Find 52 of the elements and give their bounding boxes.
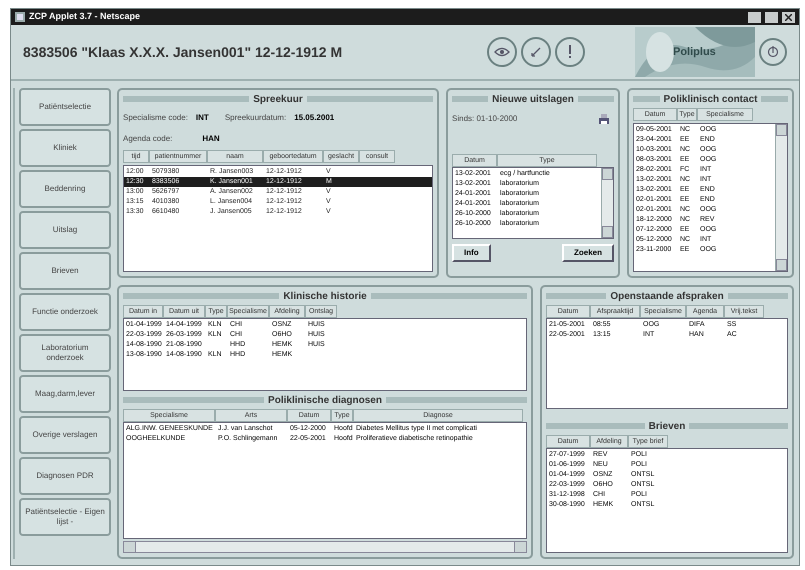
close-icon [785,14,792,20]
title-groove [452,96,488,102]
exclamation-icon [568,45,572,59]
sidebar-button[interactable]: Maag,darm,lever [19,375,111,413]
panel-title: Klinische historie [283,290,367,304]
title-groove [578,96,614,102]
panel-title: Openstaande afspraken [610,290,724,304]
scrollbar[interactable] [123,541,527,553]
view-button[interactable] [487,37,517,67]
sidebar-button[interactable]: Functie onderzoek [19,293,111,331]
logo-text: Poliplus [673,45,716,60]
sidebar-button[interactable]: Laboratorium onderzoek [19,334,111,372]
patient-heading: 8383506 "Klaas X.X.X. Jansen001" 12-12-1912 M [23,42,342,62]
eye-icon [494,47,510,57]
field-label: Spreekuurdatum: [224,112,286,124]
title-groove [546,293,606,299]
app-icon [15,12,25,22]
close-button[interactable] [782,12,795,22]
panel-title: Nieuwe uitslagen [492,92,574,106]
sidebar-button[interactable]: Diagnosen PDR [19,457,111,495]
panel-title: Spreekuur [253,92,303,106]
sidebar-button[interactable]: Brieven [19,252,111,290]
edit-button[interactable] [521,37,551,67]
printer-icon[interactable] [598,113,610,125]
field-label: Agenda code: [123,133,172,145]
scrollbar[interactable] [775,124,787,271]
alert-button[interactable] [555,37,585,67]
power-button[interactable] [759,38,787,66]
minimize-button[interactable] [748,12,761,22]
sidebar-button[interactable]: Overige verslagen [19,416,111,454]
window-title: ZCP Applet 3.7 - Netscape [29,10,140,24]
title-groove [728,293,788,299]
sidebar-button[interactable]: Kliniek [19,129,111,167]
sidebar-button[interactable]: Patiëntselectie [19,88,111,126]
title-groove [633,96,660,102]
title-groove [761,96,788,102]
field-value: 15.05.2001 [294,112,334,124]
sidebar-button[interactable]: Uitslag [19,211,111,249]
action-button[interactable]: Zoeken [562,244,614,262]
field-label: Specialisme code: [123,112,188,124]
action-button[interactable]: Info [452,244,491,262]
field-value: HAN [202,133,220,145]
scrollbar[interactable] [601,168,613,238]
field-value: INT [196,112,209,124]
sidebar-button[interactable]: Patiëntselectie - Eigen lijst - [19,498,111,536]
power-icon [767,46,779,58]
panel-title: Poliklinische diagnosen [268,394,382,408]
panel-title: Brieven [648,420,686,434]
sidebar-button[interactable]: Beddenring [19,170,111,208]
panel-title: Poliklinisch contact [664,92,758,106]
maximize-button[interactable] [765,12,778,22]
since-date: Sinds: 01-10-2000 [452,113,518,125]
